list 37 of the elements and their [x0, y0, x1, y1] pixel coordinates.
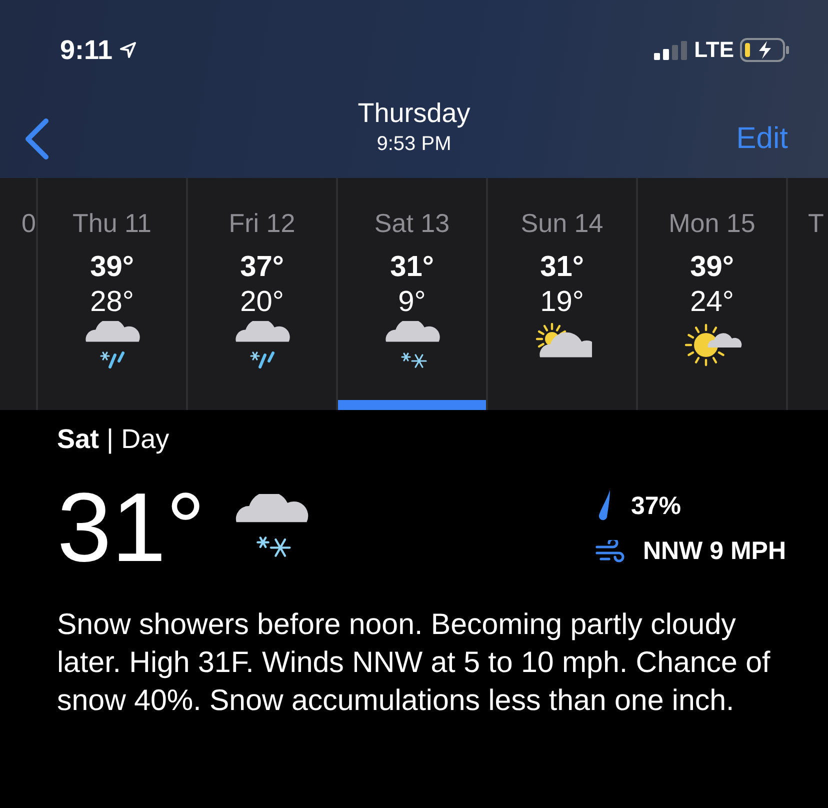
period-heading: Sat | Day: [57, 424, 170, 455]
high-temp: 39°: [690, 251, 734, 284]
signal-icon: [654, 40, 688, 60]
location-arrow-icon: [118, 41, 137, 59]
forecast-description: Snow showers before noon. Becoming partly cloudy later. High 31F. Winds NNW at 5 to 10 mph. Chance of snow 40%. Snow accumulations less than one inch.: [57, 607, 772, 719]
day-tab[interactable]: Mon 15 39° 24°: [638, 178, 788, 410]
low-temp: 24°: [690, 286, 734, 319]
back-button[interactable]: [24, 118, 50, 160]
current-temp: 31°: [57, 471, 206, 584]
nav-title: Thursday: [358, 98, 470, 129]
low-temp: 20°: [240, 286, 284, 319]
day-label: Sun 14: [520, 208, 604, 239]
low-temp: 9°: [398, 286, 426, 319]
low-temp: 19°: [540, 286, 584, 319]
wind-icon: [594, 540, 625, 564]
nav-subtitle: 9:53 PM: [376, 133, 452, 156]
day-label: Mon 15: [668, 208, 756, 239]
battery-icon: [740, 38, 790, 62]
back-chevron-icon: [24, 118, 50, 160]
day-tab[interactable]: Thu 11 39° 28°: [38, 178, 188, 410]
day-label: Sat 13: [374, 208, 450, 239]
high-temp: 31°: [540, 251, 584, 284]
network-label: LTE: [694, 37, 734, 63]
low-temp: 28°: [90, 286, 134, 319]
high-temp: 31°: [390, 251, 434, 284]
high-temp: 39°: [90, 251, 134, 284]
day-label: Thu 11: [72, 208, 152, 239]
day-tab[interactable]: Sun 14 31° 19°: [488, 178, 638, 410]
day-tab[interactable]: Fri 12 37° 20°: [188, 178, 338, 410]
day-label: 0: [20, 208, 36, 239]
day-label: T: [807, 208, 825, 239]
status-time: 9:11: [60, 34, 113, 66]
day-label: Fri 12: [228, 208, 296, 239]
high-temp: 37°: [240, 251, 284, 284]
precip-chance: 37%: [630, 492, 681, 520]
day-tab[interactable]: Sat 13 31° 9°: [338, 178, 488, 410]
wind-reading: NNW 9 MPH: [642, 537, 786, 566]
